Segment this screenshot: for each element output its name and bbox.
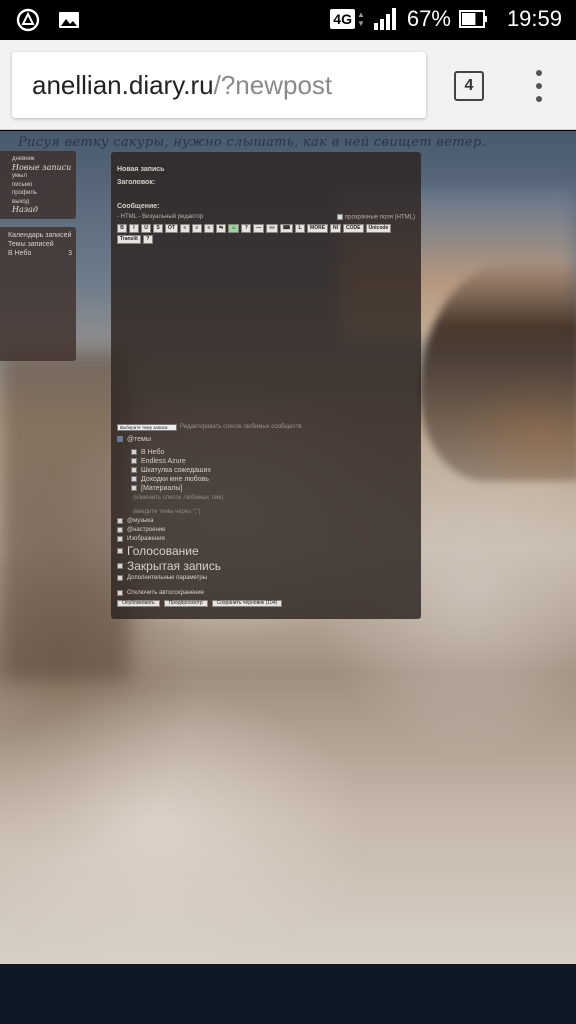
autosave-checkbox[interactable] [117,590,123,597]
images-checkbox[interactable] [117,536,123,543]
edit-themes-link[interactable]: (изменить список любимых тем) [133,493,415,503]
translit-button[interactable]: Translit [117,234,141,244]
closed-post-checkbox[interactable] [117,563,123,570]
signal-icon [373,8,396,30]
themes-link[interactable]: Темы записей [8,240,72,249]
title-label: Заголовок: [117,179,156,186]
align-right-button[interactable]: ≡ [203,223,214,233]
side-menu-item[interactable]: письмо [12,181,72,190]
bold-button[interactable]: B [117,223,127,233]
page-bottom-area [0,964,576,1024]
browser-toolbar: anellian.diary.ru/?newpost 4 [0,40,576,130]
theme-checkbox[interactable] [131,476,137,483]
battery-icon [458,10,487,28]
editor-toolbar: B I U S OT ≡ ≡ ≡ ⇆ ☺ ? — «» ⌨ L MORE NI … [117,223,415,244]
calendar-link[interactable]: Календарь записей [8,231,72,240]
themes-label: @темы [127,435,151,443]
side-menu-item[interactable]: Новые записи [12,163,72,173]
music-label: @музыка [127,517,154,524]
editor-mode-hint[interactable]: - HTML - Визуальный редактор [117,214,203,220]
extra-params-checkbox[interactable] [117,575,123,582]
theme-label: Доходки мне любовь [141,475,209,483]
url-path: /?newpost [213,69,333,100]
underline-button[interactable]: U [141,223,151,233]
theme-label: В Небо [141,448,165,456]
data-activity-icon: ▲ ▼ [356,10,365,28]
tab-switcher-button[interactable]: 4 [454,71,484,101]
network-type: 4G [330,9,355,29]
preview-button[interactable]: Предпросмотр [163,599,208,607]
page-viewport[interactable]: Рисуя ветку сакуры, нужно слышать, как в… [0,131,576,964]
battery-percent: 67% [406,6,451,31]
images-label: Изображения [127,535,165,542]
keyboard-button[interactable]: ⌨ [279,223,294,233]
theme-checkbox[interactable] [131,458,137,465]
url-host: anellian.diary.ru [32,69,214,100]
clock: 19:59 [506,6,562,31]
quotes-button[interactable]: «» [266,223,278,233]
address-bar[interactable]: anellian.diary.ru/?newpost [12,52,426,118]
themes-hint: (введите темы через ";") [133,508,201,515]
poll-label: Голосование [127,543,199,558]
transparent-fields-toggle[interactable]: прозрачные поля (HTML) [336,214,415,221]
overflow-menu-icon[interactable] [530,70,548,102]
themes-checkbox[interactable] [117,436,123,443]
new-post-form: Новая запись Заголовок: Сообщение: - HTM… [111,152,421,619]
form-heading: Новая запись [117,166,165,173]
help2-button[interactable]: ? [142,234,153,244]
more-button[interactable]: MORE [307,223,329,233]
side-menu-item[interactable]: Назад [12,205,72,215]
message-textarea[interactable] [117,244,415,420]
theme-label: [Материалы] [141,484,183,492]
message-label: Сообщение: [117,203,160,210]
site-tagline: Рисуя ветку сакуры, нужно слышать, как в… [18,135,486,150]
side-menu: дневник Новые записи умыл письмо профиль… [0,151,76,219]
publish-button[interactable]: Опубликовать [117,599,160,607]
calendar-widget: Календарь записей Темы записей В Небо 3 [0,227,76,361]
theme-checkbox[interactable] [131,467,137,474]
theme-count-value: 3 [68,250,72,257]
music-checkbox[interactable] [117,518,123,525]
mood-checkbox[interactable] [117,527,123,534]
theme-label: Endless Azure [141,457,186,465]
quote-button[interactable]: OT [165,223,178,233]
side-menu-item[interactable]: умыл [12,172,72,181]
theme-checkbox[interactable] [131,449,137,456]
theme-label: Шкатулка сожедаших [141,466,211,474]
theme-checkbox[interactable] [131,485,137,492]
link-button[interactable]: ⇆ [215,223,227,233]
hr-button[interactable]: — [253,223,265,233]
l-button[interactable]: L [295,223,306,233]
italic-button[interactable]: I [129,223,139,233]
assistant-icon [16,8,40,32]
poll-checkbox[interactable] [117,548,123,555]
mood-label: @настроение [127,526,166,533]
status-bar: 4G ▲ ▼ 67% 19:59 [0,0,576,40]
ni-button[interactable]: NI [330,223,342,233]
extra-params-label: Дополнительные параметры [127,574,208,581]
smiley-button[interactable]: ☺ [228,223,240,233]
save-draft-button[interactable]: Сохранить черновик (104) [211,599,283,607]
community-select[interactable]: Выберите тему записи [117,423,177,431]
theme-count-row[interactable]: В Небо 3 [8,249,72,258]
transparent-fields-label: прозрачные поля (HTML) [344,214,415,221]
help-button[interactable]: ? [241,223,252,233]
edit-favorites-link[interactable]: Редактировать список любимых сообществ [180,424,302,430]
closed-post-label: Закрытая запись [127,558,221,573]
theme-count-label: В Небо [8,250,32,257]
align-left-button[interactable]: ≡ [179,223,190,233]
side-menu-item[interactable]: профиль [12,189,72,198]
code-button[interactable]: CODE [343,223,364,233]
gallery-icon [59,12,79,28]
align-center-button[interactable]: ≡ [191,223,202,233]
strike-button[interactable]: S [153,223,163,233]
autosave-label: Отключить автосохранение [127,589,205,596]
unicode-button[interactable]: Unicode [365,223,392,233]
